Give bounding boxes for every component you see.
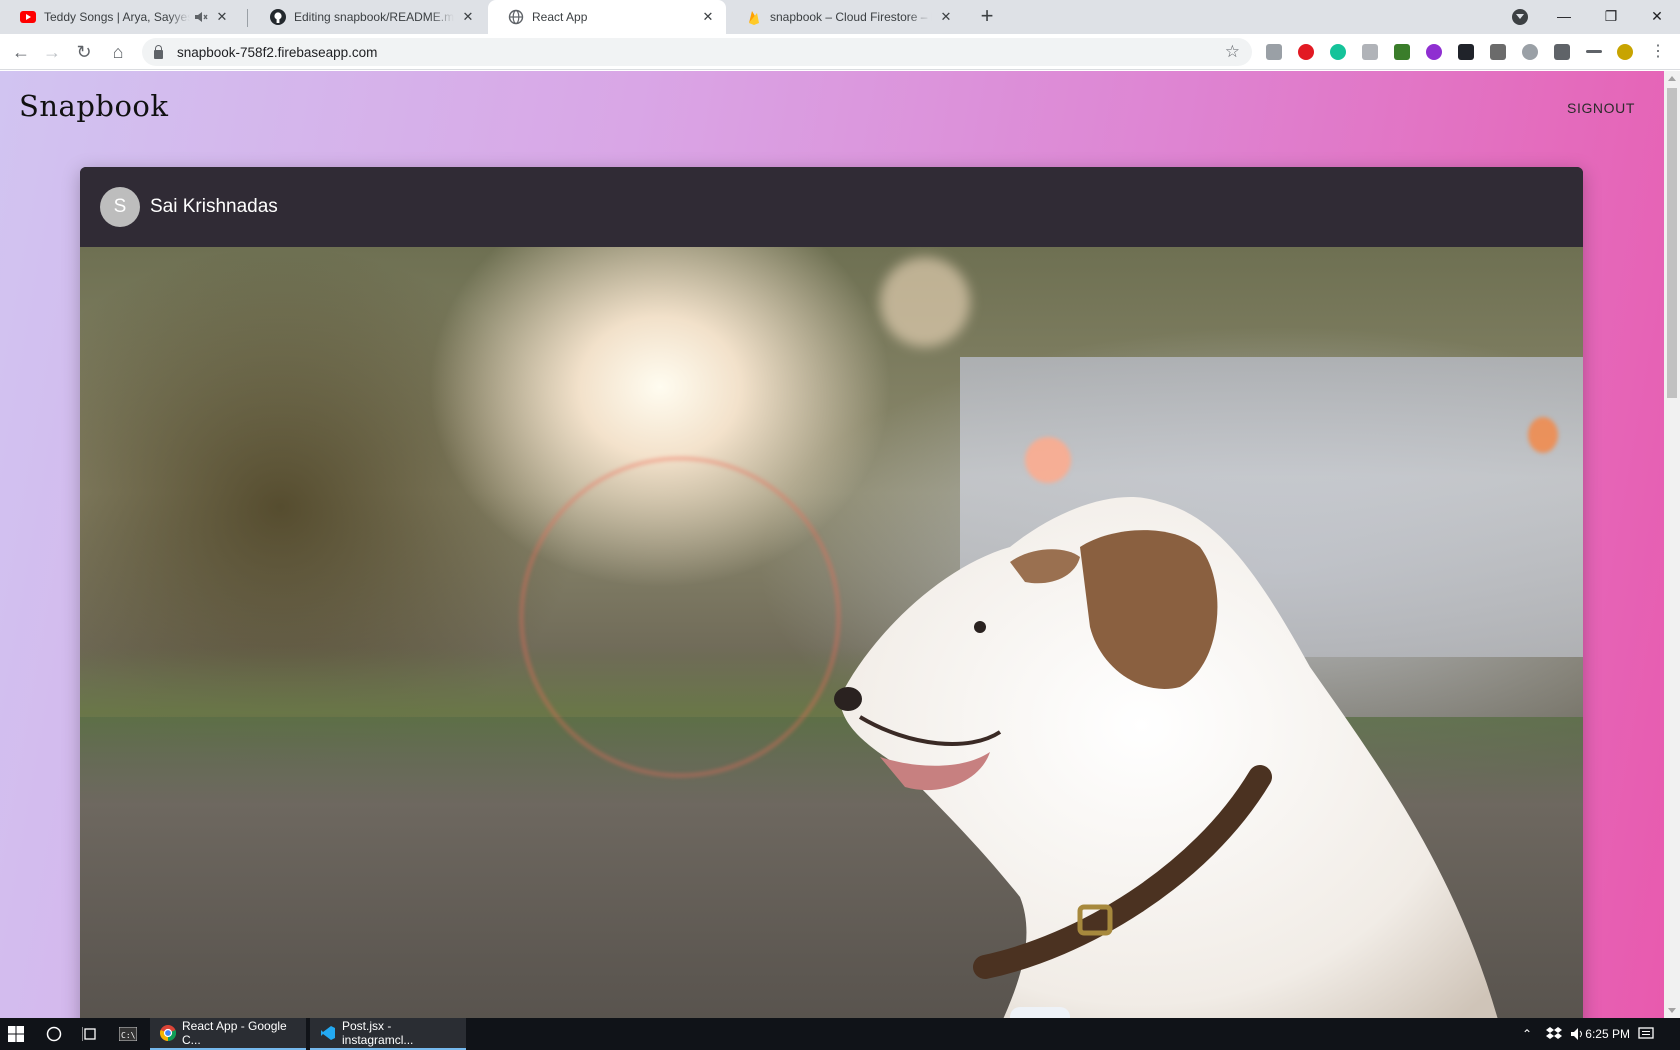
scroll-thumb[interactable] [1667, 88, 1677, 398]
taskbar-app-label: React App - Google C... [182, 1019, 287, 1047]
grammarly-extension-icon[interactable] [1330, 44, 1346, 60]
post-username: Sai Krishnadas [150, 196, 278, 217]
windows-start-icon[interactable] [8, 1018, 24, 1050]
close-tab-icon[interactable]: ✕ [700, 9, 716, 25]
browser-tab-strip: Teddy Songs | Arya, Sayyesha ✕ Editing s… [0, 0, 1680, 34]
home-icon[interactable]: ⌂ [106, 40, 130, 64]
firebase-icon [746, 9, 762, 25]
new-tab-button[interactable]: + [976, 5, 998, 28]
signout-button[interactable]: SIGNOUT [1567, 100, 1635, 116]
svg-text:C:\: C:\ [121, 1031, 136, 1040]
close-window-icon[interactable]: ✕ [1634, 0, 1680, 34]
color-extension-icon[interactable] [1426, 44, 1442, 60]
terminal-icon[interactable]: C:\ [119, 1018, 137, 1050]
windows-taskbar: C:\ React App - Google C... Post.jsx - i… [0, 1018, 1680, 1050]
close-tab-icon[interactable]: ✕ [938, 9, 954, 25]
profile-avatar[interactable] [1617, 44, 1633, 60]
address-bar[interactable]: snapbook-758f2.firebaseapp.com ☆ [142, 38, 1252, 66]
scroll-up-icon[interactable] [1668, 76, 1676, 81]
minimize-icon[interactable]: — [1541, 0, 1587, 34]
avatar: S [100, 187, 140, 227]
close-tab-icon[interactable]: ✕ [460, 9, 476, 25]
post-header: S Sai Krishnadas [80, 167, 1583, 247]
post-card: S Sai Krishnadas [80, 167, 1583, 1018]
app-logo[interactable]: Snapbook [19, 89, 168, 123]
tab-youtube[interactable]: Teddy Songs | Arya, Sayyesha ✕ [0, 0, 240, 34]
camera-extension-icon[interactable] [1266, 44, 1282, 60]
cortana-search-icon[interactable] [46, 1018, 62, 1050]
post-image [80, 247, 1583, 1018]
taskbar-chrome[interactable]: React App - Google C... [150, 1018, 306, 1050]
taskbar-vscode[interactable]: Post.jsx - instagramcl... [310, 1018, 466, 1050]
close-tab-icon[interactable]: ✕ [214, 9, 230, 25]
back-icon[interactable]: ← [9, 40, 33, 64]
react-devtools-icon[interactable] [1458, 44, 1474, 60]
globe-icon [508, 9, 524, 25]
browser-toolbar: ← → ↻ ⌂ snapbook-758f2.firebaseapp.com ☆… [0, 34, 1680, 70]
tab-title: React App [532, 10, 588, 24]
notification-icon[interactable] [1638, 1018, 1654, 1050]
vertical-scrollbar[interactable] [1664, 71, 1680, 1018]
reading-list-icon[interactable] [1586, 50, 1602, 53]
browser-menu-icon[interactable]: ⋮ [1646, 40, 1670, 64]
tab-title: Teddy Songs | Arya, Sayyesha [44, 10, 190, 24]
taskbar-clock[interactable]: 6:25 PM [1585, 1018, 1630, 1050]
speaker-icon[interactable] [1570, 1018, 1586, 1050]
bug-extension-icon[interactable] [1522, 44, 1538, 60]
bookmark-star-icon[interactable]: ☆ [1225, 42, 1240, 62]
task-view-icon[interactable] [82, 1018, 98, 1050]
taskbar-app-label: Post.jsx - instagramcl... [342, 1019, 414, 1047]
tray-chevron-icon[interactable]: ⌃ [1522, 1018, 1532, 1050]
extension-icon[interactable] [1362, 44, 1378, 60]
dropbox-icon[interactable] [1546, 1018, 1562, 1050]
youtube-icon [20, 9, 36, 25]
url-text[interactable]: snapbook-758f2.firebaseapp.com [177, 45, 377, 60]
lock-icon[interactable] [154, 44, 163, 59]
github-icon [270, 9, 286, 25]
tab-firestore[interactable]: snapbook – Cloud Firestore – Fire ✕ [726, 0, 964, 34]
tab-react-app[interactable]: React App ✕ [488, 0, 726, 34]
chrome-icon [160, 1025, 176, 1041]
vscode-icon [321, 1026, 335, 1040]
reload-icon[interactable]: ↻ [72, 40, 96, 64]
tab-title: Editing snapbook/README.md at [294, 10, 454, 24]
tab-search-icon[interactable] [1512, 9, 1528, 25]
dog-photo [834, 497, 1498, 1018]
tab-title: snapbook – Cloud Firestore – Fire [770, 10, 932, 24]
puzzle-extensions-icon[interactable] [1554, 44, 1570, 60]
scroll-down-icon[interactable] [1668, 1008, 1676, 1013]
eyedropper-extension-icon[interactable] [1490, 44, 1506, 60]
tree-extension-icon[interactable] [1394, 44, 1410, 60]
adblock-extension-icon[interactable] [1298, 44, 1314, 60]
mute-icon[interactable] [194, 10, 208, 24]
app-page: Snapbook SIGNOUT S Sai Krishnadas [0, 71, 1664, 1018]
tab-github[interactable]: Editing snapbook/README.md at ✕ [250, 0, 486, 34]
maximize-icon[interactable]: ❐ [1588, 0, 1634, 34]
forward-icon[interactable]: → [40, 40, 64, 64]
